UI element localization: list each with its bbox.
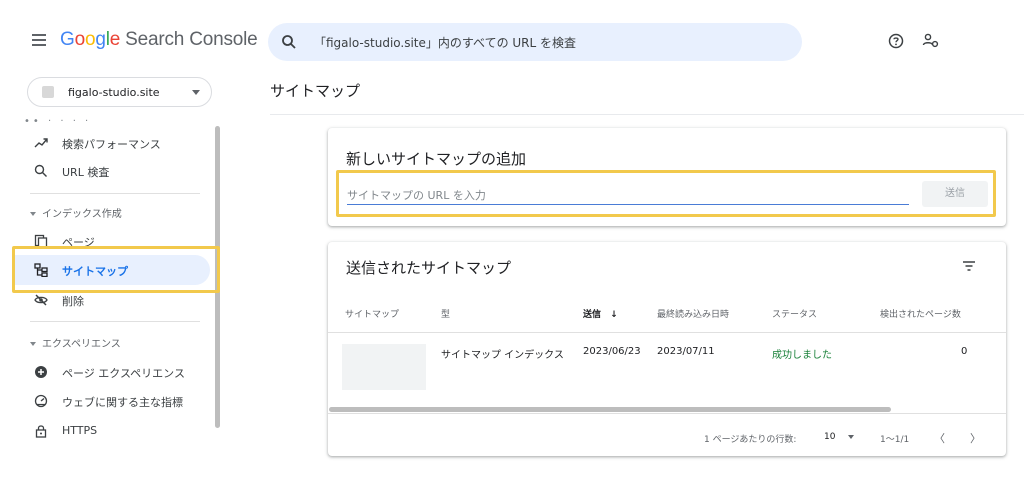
logo-letter: e <box>109 29 121 50</box>
sidebar-item-url-inspection[interactable]: URL 検査 <box>14 156 210 186</box>
menu-icon[interactable] <box>32 34 46 46</box>
submitted-sitemaps-title: 送信されたサイトマップ <box>346 259 512 277</box>
removal-icon <box>34 294 48 306</box>
section-header-indexing[interactable]: インデックス作成 <box>30 205 122 220</box>
logo-letter: g <box>95 29 106 50</box>
logo-letter: o <box>84 29 96 50</box>
nav-peek-text: •• · · · · <box>24 116 92 127</box>
help-icon[interactable] <box>888 33 904 49</box>
search-icon <box>34 164 47 177</box>
sitemaps-highlight-box <box>12 246 220 293</box>
collapse-caret-icon <box>30 212 36 216</box>
url-inspect-search[interactable]: 「figalo-studio.site」内のすべての URL を検査 <box>268 23 802 61</box>
users-settings-icon[interactable] <box>922 32 940 50</box>
section-label: インデックス作成 <box>42 209 122 220</box>
prev-page-button[interactable]: 〈 <box>934 430 945 446</box>
sidebar-item-label: 検索パフォーマンス <box>62 138 161 151</box>
column-header-type[interactable]: 型 <box>441 307 450 320</box>
column-label: 送信 <box>583 310 602 320</box>
next-page-button[interactable]: 〉 <box>970 430 981 446</box>
column-header-sitemap[interactable]: サイトマップ <box>345 307 399 320</box>
column-header-discovered-pages[interactable]: 検出されたページ数 <box>880 307 961 320</box>
sidebar-item-label: ウェブに関する主な指標 <box>62 396 183 409</box>
property-favicon-icon <box>42 86 54 98</box>
table-horizontal-scrollbar[interactable] <box>329 407 891 412</box>
search-placeholder: 「figalo-studio.site」内のすべての URL を検査 <box>314 36 577 50</box>
sidebar-item-label: HTTPS <box>62 424 98 437</box>
plus-circle-icon <box>35 366 47 378</box>
property-name: figalo-studio.site <box>68 86 160 99</box>
page-range: 1〜1/1 <box>880 435 910 445</box>
product-name: Search Console <box>125 29 258 50</box>
add-sitemap-title: 新しいサイトマップの追加 <box>346 150 527 168</box>
sidebar-item-label: ページ エクスペリエンス <box>62 367 185 380</box>
logo-letter: o <box>74 29 86 50</box>
sidebar-divider <box>30 193 200 194</box>
add-sitemap-highlight-box <box>336 170 996 217</box>
logo-letter: G <box>60 29 75 50</box>
cell-discovered-pages: 0 <box>961 346 968 357</box>
sort-arrow-icon: ↓ <box>610 310 618 320</box>
table-footer-divider <box>328 413 1006 414</box>
title-divider <box>270 114 1024 115</box>
sidebar-item-https[interactable]: HTTPS <box>14 416 210 446</box>
cell-last-read: 2023/07/11 <box>657 346 715 357</box>
sidebar-item-core-web-vitals[interactable]: ウェブに関する主な指標 <box>14 386 210 416</box>
filter-icon[interactable] <box>962 260 976 272</box>
trending-up-icon <box>34 138 48 148</box>
sidebar-item-performance[interactable]: 検索パフォーマンス <box>14 128 210 158</box>
property-selector[interactable]: figalo-studio.site <box>27 77 212 107</box>
cell-status: 成功しました <box>772 350 832 361</box>
search-icon <box>282 35 296 49</box>
sidebar-item-label: 削除 <box>62 295 84 308</box>
chevron-down-icon <box>192 90 200 95</box>
page-title: サイトマップ <box>270 82 361 100</box>
rows-per-page-label: 1 ページあたりの行数: <box>704 435 797 445</box>
section-label: エクスペリエンス <box>42 339 121 350</box>
app-logo[interactable]: Google Search Console <box>60 29 258 51</box>
sidebar-item-label: URL 検査 <box>62 166 110 179</box>
rows-per-page-select[interactable]: 10 <box>824 432 835 442</box>
chevron-down-icon[interactable] <box>848 435 854 439</box>
sitemap-url-redacted <box>342 344 426 390</box>
column-header-status[interactable]: ステータス <box>772 307 817 320</box>
cell-type: サイトマップ インデックス <box>441 350 564 361</box>
column-header-submitted[interactable]: 送信 ↓ <box>583 307 618 320</box>
app-header: Google Search Console 「figalo-studio.site… <box>0 0 1024 70</box>
column-header-last-read[interactable]: 最終読み込み日時 <box>657 307 729 320</box>
collapse-caret-icon <box>30 342 36 346</box>
gauge-icon <box>34 394 48 408</box>
section-header-experience[interactable]: エクスペリエンス <box>30 335 121 350</box>
lock-icon <box>35 425 47 438</box>
sidebar-item-page-experience[interactable]: ページ エクスペリエンス <box>14 357 210 387</box>
sidebar-divider <box>30 321 200 322</box>
table-header-divider <box>328 332 1006 333</box>
cell-submitted: 2023/06/23 <box>583 346 641 357</box>
